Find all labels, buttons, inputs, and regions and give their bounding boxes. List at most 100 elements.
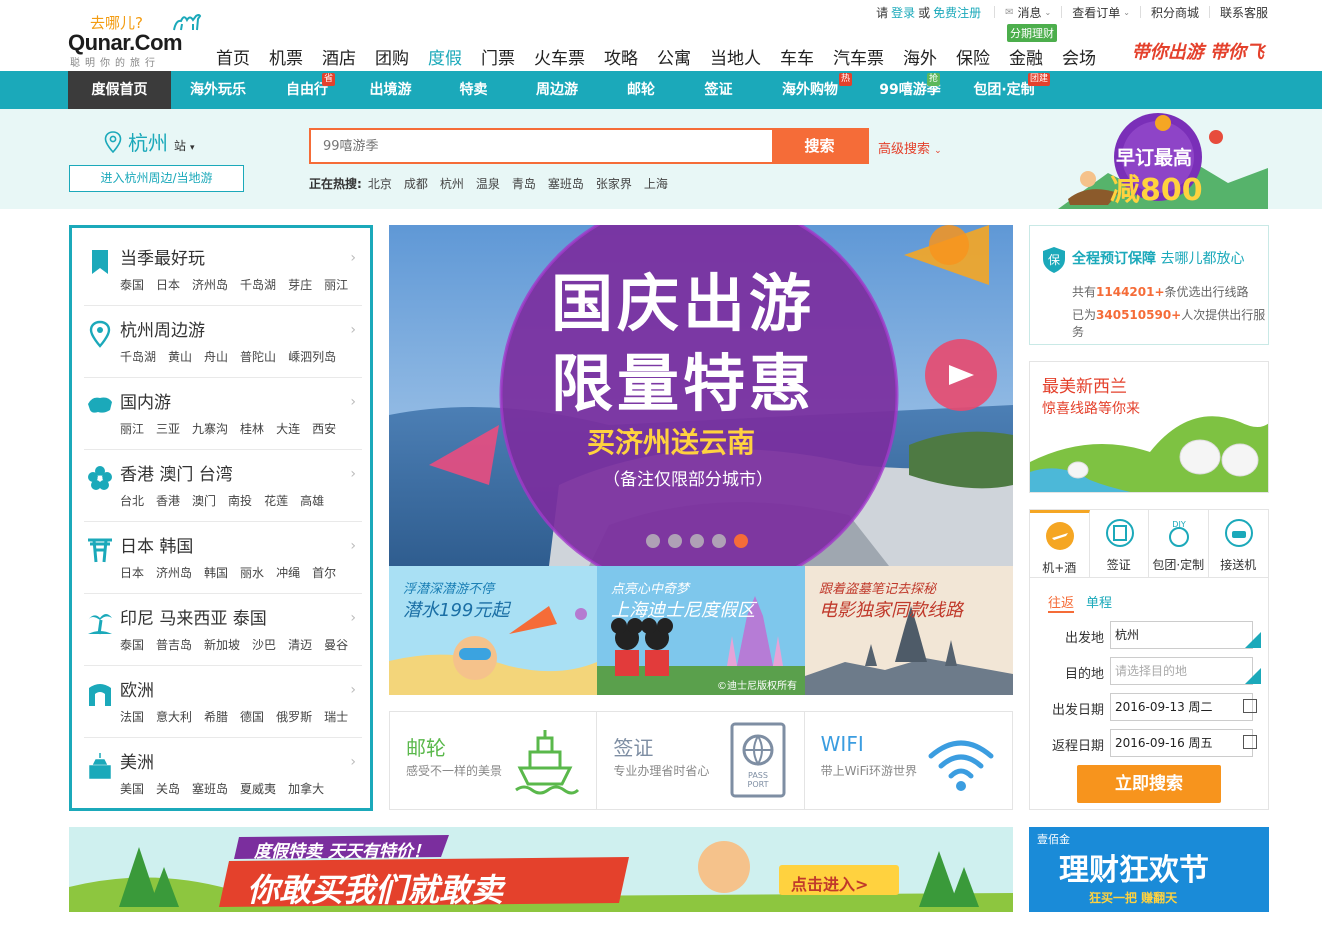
mode-round-trip[interactable]: 往返: [1048, 592, 1075, 613]
hot-search-link[interactable]: 上海: [644, 175, 668, 192]
main-nav-item[interactable]: 汽车票: [833, 44, 884, 69]
category-item[interactable]: 印尼 马来西亚 泰国 › 泰国 普吉岛 新加坡 沙巴 清迈 曼谷: [84, 594, 362, 666]
main-nav-item[interactable]: 机票: [269, 44, 303, 69]
category-sub-link[interactable]: 千岛湖: [120, 348, 156, 365]
category-title[interactable]: 日本 韩国: [120, 532, 193, 557]
hot-search-link[interactable]: 成都: [404, 175, 428, 192]
login-link[interactable]: 登录: [891, 4, 915, 21]
category-item[interactable]: 杭州周边游 › 千岛湖 黄山 舟山 普陀山 嵊泗列岛: [84, 306, 362, 378]
category-title[interactable]: 印尼 马来西亚 泰国: [120, 604, 267, 629]
carousel-dot[interactable]: [712, 534, 726, 548]
category-sub-link[interactable]: 瑞士: [324, 708, 348, 725]
depart-date-field[interactable]: 2016-09-13 周二: [1110, 693, 1253, 721]
category-sub-link[interactable]: 澳门: [192, 492, 216, 509]
category-title[interactable]: 欧洲: [120, 676, 154, 701]
category-sub-link[interactable]: 塞班岛: [192, 780, 228, 797]
category-sub-link[interactable]: 意大利: [156, 708, 192, 725]
mini-banner-diving[interactable]: 浮潜深潜游不停 潜水199元起: [389, 566, 597, 695]
category-item[interactable]: 欧洲 › 法国 意大利 希腊 德国 俄罗斯 瑞士: [84, 666, 362, 738]
category-sub-link[interactable]: 沙巴: [252, 636, 276, 653]
return-date-field[interactable]: 2016-09-16 周五: [1110, 729, 1253, 757]
service-cruise[interactable]: 邮轮 感受不一样的美景: [390, 712, 598, 809]
main-nav-item[interactable]: 攻略: [604, 44, 638, 69]
service-visa[interactable]: 签证 专业办理省时省心 PASS PORT: [597, 712, 805, 809]
main-nav-item[interactable]: 当地人: [710, 44, 761, 69]
sub-nav-item[interactable]: 度假首页: [68, 71, 171, 109]
deals-banner[interactable]: 度假特卖 天天有特价！ 你敢买我们就敢卖 点击进入>: [69, 827, 1013, 912]
category-sub-link[interactable]: 济州岛: [192, 276, 228, 293]
category-sub-link[interactable]: 丽江: [324, 276, 348, 293]
service-wifi[interactable]: WIFI 带上WiFi环游世界: [805, 712, 1012, 809]
category-title[interactable]: 美洲: [120, 748, 154, 773]
main-nav-item[interactable]: 火车票: [534, 44, 585, 69]
category-sub-link[interactable]: 法国: [120, 708, 144, 725]
category-sub-link[interactable]: 西安: [312, 420, 336, 437]
category-sub-link[interactable]: 普吉岛: [156, 636, 192, 653]
sub-nav-item[interactable]: 出境游: [349, 71, 432, 109]
carousel-dot[interactable]: [646, 534, 660, 548]
main-nav-item[interactable]: 团购: [375, 44, 409, 69]
category-sub-link[interactable]: 曼谷: [324, 636, 348, 653]
submit-search-button[interactable]: 立即搜索: [1077, 765, 1221, 803]
category-sub-link[interactable]: 美国: [120, 780, 144, 797]
category-sub-link[interactable]: 高雄: [300, 492, 324, 509]
mini-banner-tomb[interactable]: 跟着盗墓笔记去探秘 电影独家同款线路: [805, 566, 1013, 695]
qunar-logo[interactable]: 去哪儿? Qunar.Com 聪明你的旅行: [68, 10, 204, 69]
category-sub-link[interactable]: 三亚: [156, 420, 180, 437]
category-sub-link[interactable]: 冲绳: [276, 564, 300, 581]
category-sub-link[interactable]: 首尔: [312, 564, 336, 581]
hot-search-link[interactable]: 张家界: [596, 175, 632, 192]
category-item[interactable]: 美洲 › 美国 关岛 塞班岛 夏威夷 加拿大: [84, 738, 362, 810]
carousel-dot[interactable]: [668, 534, 682, 548]
category-sub-link[interactable]: 新加坡: [204, 636, 240, 653]
category-sub-link[interactable]: 普陀山: [240, 348, 276, 365]
category-sub-link[interactable]: 大连: [276, 420, 300, 437]
hot-search-link[interactable]: 青岛: [512, 175, 536, 192]
main-nav-item[interactable]: 首页: [216, 44, 250, 69]
tab-flight-hotel[interactable]: 机+酒: [1030, 510, 1090, 578]
main-nav-item[interactable]: 保险: [956, 44, 990, 69]
category-sub-link[interactable]: 希腊: [204, 708, 228, 725]
sub-nav-item[interactable]: 签证: [683, 71, 754, 109]
hot-search-link[interactable]: 塞班岛: [548, 175, 584, 192]
category-sub-link[interactable]: 日本: [156, 276, 180, 293]
category-sub-link[interactable]: 台北: [120, 492, 144, 509]
messages-link[interactable]: 消息: [1018, 4, 1042, 21]
advanced-search-link[interactable]: 高级搜索 ⌄: [878, 138, 942, 157]
category-sub-link[interactable]: 俄罗斯: [276, 708, 312, 725]
mini-banner-disney[interactable]: 点亮心中奇梦 上海迪士尼度假区 ©迪士尼版权所有: [597, 566, 805, 695]
main-nav-item[interactable]: 酒店: [322, 44, 356, 69]
category-item[interactable]: 当季最好玩 › 泰国 日本 济州岛 千岛湖 芽庄 丽江: [84, 234, 362, 306]
category-sub-link[interactable]: 千岛湖: [240, 276, 276, 293]
category-title[interactable]: 香港 澳门 台湾: [120, 460, 233, 485]
category-sub-link[interactable]: 夏威夷: [240, 780, 276, 797]
category-sub-link[interactable]: 日本: [120, 564, 144, 581]
sub-nav-item[interactable]: 特卖: [432, 71, 515, 109]
category-title[interactable]: 杭州周边游: [120, 316, 205, 341]
category-title[interactable]: 国内游: [120, 388, 171, 413]
nearby-travel-button[interactable]: 进入杭州周边/当地游: [69, 165, 244, 192]
sub-nav-item[interactable]: 海外购物热: [754, 71, 866, 109]
category-sub-link[interactable]: 德国: [240, 708, 264, 725]
category-sub-link[interactable]: 清迈: [288, 636, 312, 653]
sub-nav-item[interactable]: 周边游: [515, 71, 599, 109]
category-sub-link[interactable]: 桂林: [240, 420, 264, 437]
category-sub-link[interactable]: 丽水: [240, 564, 264, 581]
to-field[interactable]: 请选择目的地: [1110, 657, 1253, 685]
main-nav-item[interactable]: 度假: [428, 44, 462, 69]
main-nav-item[interactable]: 会场: [1062, 44, 1096, 69]
service-link[interactable]: 联系客服: [1220, 4, 1268, 21]
mall-link[interactable]: 积分商城: [1151, 4, 1199, 21]
promo-ad[interactable]: 早订最高 减800: [1048, 113, 1268, 209]
sub-nav-item[interactable]: 自由行省: [265, 71, 349, 109]
category-sub-link[interactable]: 丽江: [120, 420, 144, 437]
category-sub-link[interactable]: 花莲: [264, 492, 288, 509]
category-sub-link[interactable]: 韩国: [204, 564, 228, 581]
carousel-dot-active[interactable]: [734, 534, 748, 548]
category-sub-link[interactable]: 芽庄: [288, 276, 312, 293]
category-sub-link[interactable]: 泰国: [120, 276, 144, 293]
category-sub-link[interactable]: 南投: [228, 492, 252, 509]
deals-banner-cta[interactable]: 点击进入>: [791, 871, 868, 895]
tab-visa[interactable]: 签证: [1090, 510, 1149, 578]
search-button[interactable]: 搜索: [772, 130, 867, 162]
